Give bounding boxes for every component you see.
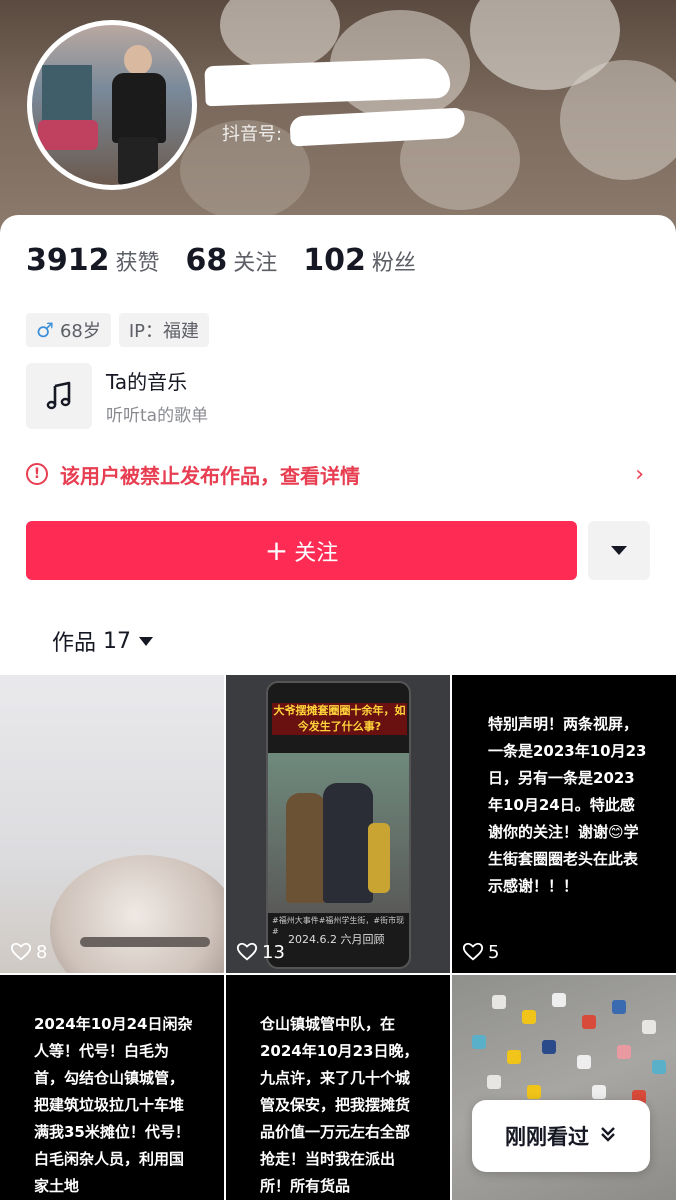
cup (507, 1050, 521, 1064)
ban-notice[interactable]: ! 该用户被禁止发布作品，查看详情 › (26, 457, 650, 491)
caret-down-icon (611, 546, 627, 555)
music-note-svg (46, 381, 71, 410)
tab-works[interactable]: 作品 17 (52, 625, 154, 657)
like-count: 8 (10, 941, 47, 963)
cup (617, 1045, 631, 1059)
video-thumbnail[interactable]: 8 (0, 675, 224, 973)
plus-icon: + (264, 533, 289, 567)
caret-down-icon (139, 636, 154, 646)
cover-decoration (220, 0, 340, 70)
cup (612, 1000, 626, 1014)
cup (472, 1035, 486, 1049)
double-chevron-down-icon (599, 1125, 617, 1148)
music-text: Ta的音乐 听听ta的歌单 (106, 366, 208, 426)
cup (542, 1040, 556, 1054)
thumbnail-text: 仓山镇城管中队，在2024年10月23日晚，九点许，来了几十个城管及保安，把我摆… (260, 1015, 419, 1195)
recently-viewed-button[interactable]: 刚刚看过 (472, 1100, 650, 1172)
video-thumbnail[interactable]: 特别声明！两条视屏，一条是2023年10月23日，另有一条是2023年10月24… (452, 675, 676, 973)
profile-stats: 3912 获赞 68 关注 102 粉丝 (26, 243, 416, 278)
cup (492, 995, 506, 1009)
stat-likes-label: 获赞 (115, 251, 160, 276)
stat-followers[interactable]: 102 粉丝 (303, 243, 416, 278)
video-thumbnail[interactable]: 2024年10月24日闲杂人等！代号！白毛为首，勾结仓山镇城管，把建筑垃圾拉几十… (0, 975, 224, 1200)
thumbnail-phone-frame: 大爷摆摊套圈圈十余年，如今发生了什么事? #福州大事件#福州学生街，#街市现# … (266, 681, 411, 969)
like-count-value: 8 (36, 941, 48, 963)
stat-likes[interactable]: 3912 获赞 (26, 243, 160, 278)
cup (642, 1020, 656, 1034)
warning-circle-icon: ! (26, 463, 48, 485)
music-entry[interactable]: Ta的音乐 听听ta的歌单 (26, 363, 208, 429)
thumbnail-figure (323, 783, 373, 903)
heart-icon (236, 942, 258, 961)
stat-following-label: 关注 (233, 251, 278, 276)
profile-cover: 抖音号: (0, 0, 676, 240)
works-tab-count: 17 (103, 628, 132, 654)
like-count-value: 13 (262, 941, 285, 963)
profile-tags: ♂ 68岁 IP：福建 (26, 313, 210, 347)
stat-followers-label: 粉丝 (371, 251, 416, 276)
follow-label: 关注 (294, 540, 339, 566)
ip-tag: IP：福建 (118, 313, 210, 347)
age-text: 68岁 (59, 321, 101, 342)
avatar[interactable] (27, 20, 197, 190)
thumbnail-date: 2024.6.2 六月回顾 (288, 933, 385, 946)
thumbnail-figure (286, 793, 326, 903)
cup (592, 1085, 606, 1099)
heart-icon (462, 942, 484, 961)
cup (577, 1055, 591, 1069)
cover-decoration (560, 60, 676, 180)
avatar-person-legs (118, 137, 158, 185)
stat-likes-value: 3912 (26, 243, 110, 278)
music-note-icon (26, 363, 92, 429)
music-title: Ta的音乐 (106, 370, 188, 394)
thumbnail-scene (268, 753, 409, 913)
recently-viewed-label: 刚刚看过 (505, 1125, 589, 1149)
avatar-toys (38, 120, 98, 150)
ip-text: IP：福建 (128, 321, 200, 342)
works-tab-label: 作品 (52, 631, 97, 656)
username-redacted (204, 57, 451, 107)
cup (582, 1015, 596, 1029)
avatar-person-body (112, 73, 166, 143)
cup (527, 1085, 541, 1099)
cup (552, 993, 566, 1007)
like-count: 13 (236, 941, 285, 963)
double-chevron-svg (601, 1126, 615, 1142)
thumbnail-brow (80, 937, 210, 947)
heart-icon (10, 942, 32, 961)
thumbnail-figure (368, 823, 390, 893)
male-icon: ♂ (36, 318, 54, 342)
age-tag: ♂ 68岁 (26, 313, 111, 347)
follow-button[interactable]: + 关注 (26, 521, 577, 580)
avatar-person-head (124, 45, 152, 75)
video-thumbnail[interactable]: 仓山镇城管中队，在2024年10月23日晚，九点许，来了几十个城管及保安，把我摆… (226, 975, 450, 1200)
thumbnail-text: 特别声明！两条视屏，一条是2023年10月23日，另有一条是2023年10月24… (488, 715, 647, 895)
like-count: 5 (462, 941, 499, 963)
stat-following[interactable]: 68 关注 (186, 243, 278, 278)
video-thumbnail[interactable]: 大爷摆摊套圈圈十余年，如今发生了什么事? #福州大事件#福州学生街，#街市现# … (226, 675, 450, 973)
thumbnail-head (50, 855, 224, 973)
music-subtitle: 听听ta的歌单 (106, 406, 209, 426)
stat-following-value: 68 (185, 243, 228, 278)
cup (652, 1060, 666, 1074)
thumbnail-text: 2024年10月24日闲杂人等！代号！白毛为首，勾结仓山镇城管，把建筑垃圾拉几十… (34, 1015, 193, 1195)
cup (487, 1075, 501, 1089)
cup (522, 1010, 536, 1024)
ban-notice-text: 该用户被禁止发布作品，查看详情 (60, 463, 360, 488)
more-options-button[interactable] (588, 521, 650, 580)
stat-followers-value: 102 (303, 243, 366, 278)
like-count-value: 5 (488, 941, 500, 963)
douyin-id-label: 抖音号: (222, 124, 283, 145)
thumbnail-title: 大爷摆摊套圈圈十余年，如今发生了什么事? (272, 703, 407, 735)
chevron-right-icon: › (635, 461, 644, 487)
